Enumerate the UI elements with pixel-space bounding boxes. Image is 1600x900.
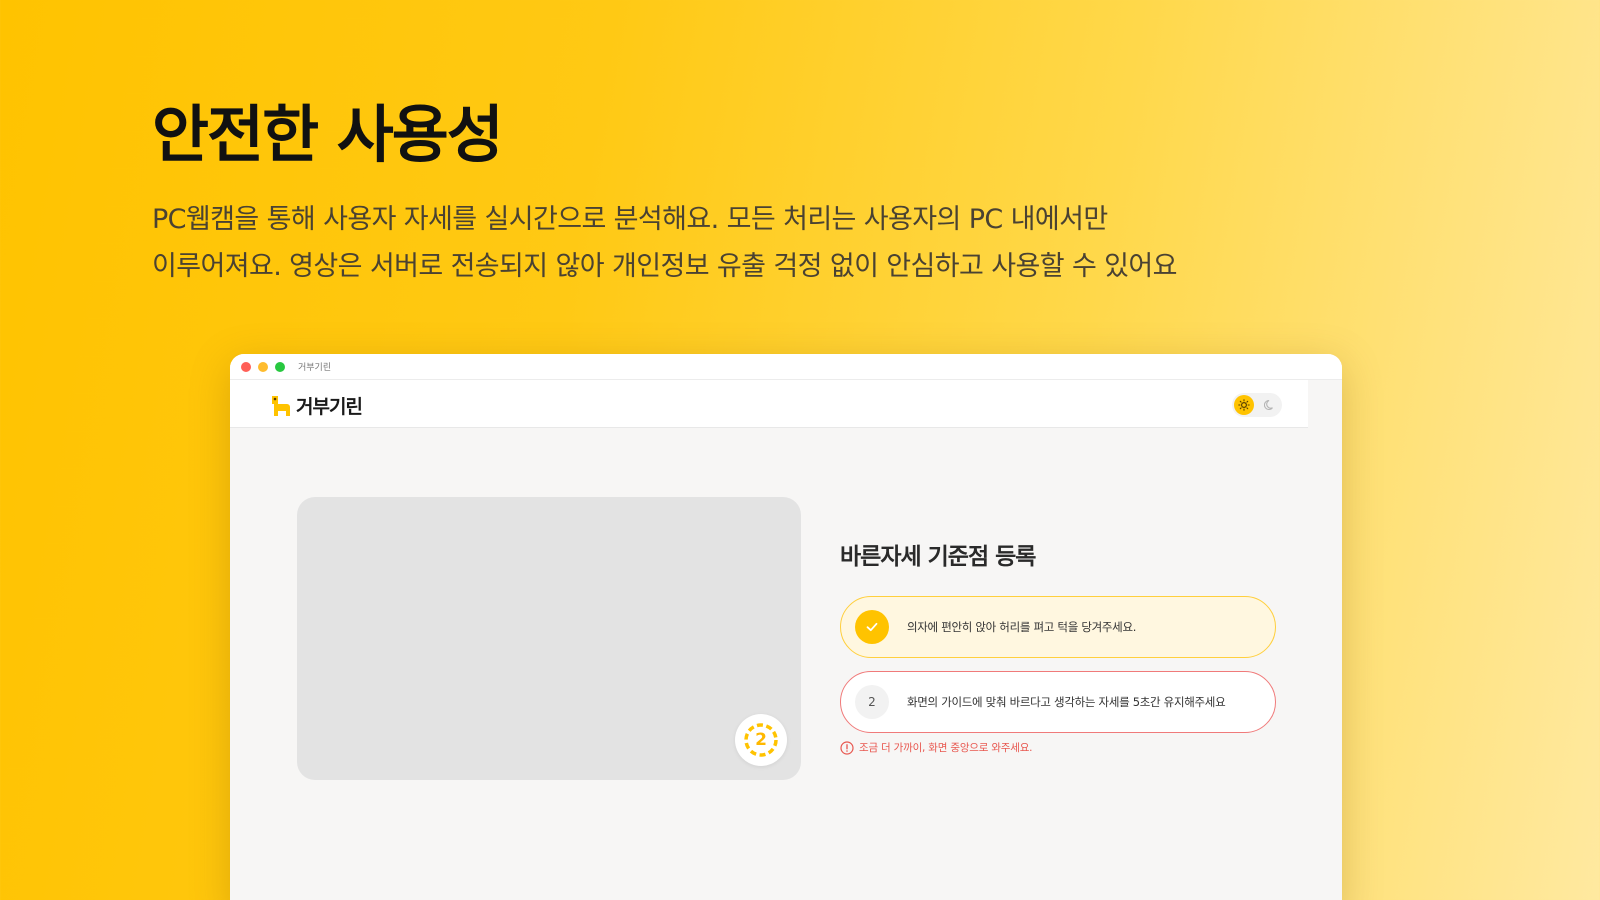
countdown-timer: 2 xyxy=(735,714,787,766)
app-window: 거부기린 거부기린 2 바른자세 기준점 등록 의자에 편안히 앉아 허리를 펴… xyxy=(230,354,1342,900)
countdown-number: 2 xyxy=(755,730,767,750)
app-name: 거부기린 xyxy=(296,396,363,418)
app-logo[interactable]: 거부기린 xyxy=(268,392,363,419)
light-mode-button[interactable] xyxy=(1234,395,1254,415)
window-title: 거부기린 xyxy=(298,363,332,373)
moon-icon xyxy=(1264,399,1273,410)
check-icon xyxy=(866,622,878,632)
dark-mode-button[interactable] xyxy=(1260,395,1280,415)
alert-circle-icon xyxy=(840,740,854,755)
hero-description: PC웹캠을 통해 사용자 자세를 실시간으로 분석해요. 모든 처리는 사용자의… xyxy=(152,196,1352,290)
maximize-window-button[interactable] xyxy=(275,361,285,372)
step-2-number: 2 xyxy=(868,695,876,709)
hero-title: 안전한 사용성 xyxy=(152,98,504,171)
calibration-panel: 바른자세 기준점 등록 의자에 편안히 앉아 허리를 펴고 턱을 당겨주세요. … xyxy=(840,537,1280,755)
panel-title: 바른자세 기준점 등록 xyxy=(840,544,1036,570)
giraffe-logo-icon xyxy=(272,395,290,416)
theme-toggle[interactable] xyxy=(1232,393,1282,417)
step-1-text: 의자에 편안히 앉아 허리를 펴고 턱을 당겨주세요. xyxy=(907,620,1137,634)
step-1: 의자에 편안히 앉아 허리를 펴고 턱을 당겨주세요. xyxy=(840,596,1276,658)
hero-description-line-1: PC웹캠을 통해 사용자 자세를 실시간으로 분석해요. 모든 처리는 사용자의… xyxy=(152,204,1108,235)
hero-description-line-2: 이루어져요. 영상은 서버로 전송되지 않아 개인정보 유출 걱정 없이 안심하… xyxy=(152,251,1178,282)
minimize-window-button[interactable] xyxy=(258,361,268,372)
sun-icon xyxy=(1238,399,1250,411)
step-2-text: 화면의 가이드에 맞춰 바르다고 생각하는 자세를 5초간 유지해주세요 xyxy=(907,695,1226,709)
warning-message: 조금 더 가까이, 화면 중앙으로 와주세요. xyxy=(840,740,1280,755)
step-1-badge xyxy=(855,610,889,644)
app-header: 거부기린 xyxy=(230,380,1308,428)
close-window-button[interactable] xyxy=(241,361,251,372)
window-titlebar: 거부기린 xyxy=(230,354,1342,380)
webcam-preview: 2 xyxy=(297,497,801,780)
step-2-badge: 2 xyxy=(855,685,889,719)
warning-text: 조금 더 가까이, 화면 중앙으로 와주세요. xyxy=(859,742,1033,754)
step-2: 2 화면의 가이드에 맞춰 바르다고 생각하는 자세를 5초간 유지해주세요 xyxy=(840,671,1276,733)
